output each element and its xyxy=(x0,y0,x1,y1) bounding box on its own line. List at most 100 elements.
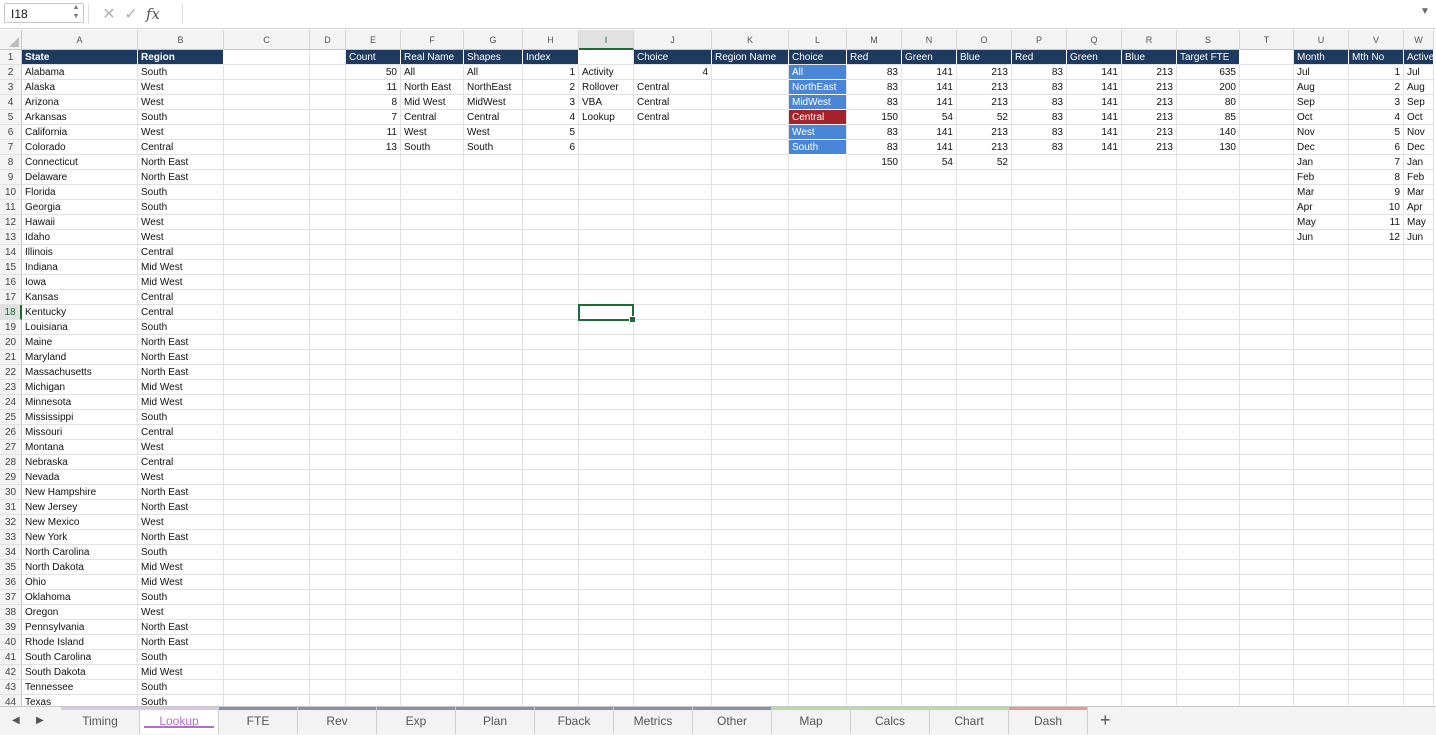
grid-cell[interactable] xyxy=(224,500,310,515)
grid-cell[interactable] xyxy=(1122,305,1177,320)
grid-cell[interactable] xyxy=(1240,485,1294,500)
grid-cell[interactable] xyxy=(523,500,579,515)
column-header-c[interactable]: C xyxy=(224,30,310,50)
row-header[interactable]: 18 xyxy=(0,305,22,320)
grid-cell[interactable] xyxy=(634,605,712,620)
grid-cell[interactable] xyxy=(346,695,401,706)
state-cell[interactable]: Florida xyxy=(22,185,138,200)
grid-cell[interactable] xyxy=(789,170,847,185)
grid-cell[interactable] xyxy=(957,350,1012,365)
sheet-tab-dash[interactable]: Dash xyxy=(1009,707,1088,734)
grid-cell[interactable] xyxy=(346,605,401,620)
grid-cell[interactable] xyxy=(579,350,634,365)
grid-cell[interactable] xyxy=(464,320,523,335)
color-value-cell[interactable]: 213 xyxy=(957,80,1012,95)
grid-cell[interactable] xyxy=(957,635,1012,650)
column-header-w[interactable]: W xyxy=(1404,30,1434,50)
grid-cell[interactable] xyxy=(1122,350,1177,365)
activity-choice-cell[interactable]: Central xyxy=(634,110,712,125)
grid-cell[interactable] xyxy=(789,245,847,260)
grid-cell[interactable] xyxy=(1294,440,1349,455)
grid-cell[interactable] xyxy=(401,350,464,365)
grid-cell[interactable] xyxy=(224,155,310,170)
column-header-p[interactable]: P xyxy=(1012,30,1067,50)
grid-cell[interactable] xyxy=(1067,635,1122,650)
region-cell[interactable]: West xyxy=(138,95,224,110)
grid-cell[interactable] xyxy=(579,50,634,65)
grid-cell[interactable] xyxy=(1294,695,1349,706)
grid-cell[interactable] xyxy=(957,500,1012,515)
grid-cell[interactable] xyxy=(957,455,1012,470)
grid-cell[interactable] xyxy=(902,380,957,395)
grid-cell[interactable] xyxy=(902,260,957,275)
grid-cell[interactable] xyxy=(523,365,579,380)
grid-cell[interactable] xyxy=(1122,485,1177,500)
grid-cell[interactable] xyxy=(401,560,464,575)
grid-cell[interactable] xyxy=(1240,620,1294,635)
grid-cell[interactable] xyxy=(1404,245,1434,260)
grid-cell[interactable] xyxy=(1012,380,1067,395)
grid-cell[interactable] xyxy=(1240,260,1294,275)
row-header[interactable]: 39 xyxy=(0,620,22,635)
shapes-cell[interactable]: MidWest xyxy=(464,95,523,110)
grid-cell[interactable] xyxy=(579,260,634,275)
row-header[interactable]: 22 xyxy=(0,365,22,380)
grid-cell[interactable] xyxy=(579,230,634,245)
state-cell[interactable]: New Jersey xyxy=(22,500,138,515)
column-header-f[interactable]: F xyxy=(401,30,464,50)
grid-cell[interactable] xyxy=(1122,170,1177,185)
sheet-tab-plan[interactable]: Plan xyxy=(456,707,535,734)
grid-cell[interactable] xyxy=(1349,290,1404,305)
color-value-cell[interactable]: 83 xyxy=(1012,95,1067,110)
grid-cell[interactable] xyxy=(579,665,634,680)
grid-cell[interactable] xyxy=(224,545,310,560)
row-header[interactable]: 5 xyxy=(0,110,22,125)
grid-cell[interactable] xyxy=(1294,680,1349,695)
grid-cell[interactable] xyxy=(1404,470,1434,485)
grid-cell[interactable] xyxy=(346,575,401,590)
color-table-header[interactable]: Choice xyxy=(789,50,847,65)
state-cell[interactable]: Rhode Island xyxy=(22,635,138,650)
row-header[interactable]: 30 xyxy=(0,485,22,500)
grid-cell[interactable] xyxy=(310,515,346,530)
grid-cell[interactable] xyxy=(1012,590,1067,605)
grid-cell[interactable] xyxy=(902,395,957,410)
grid-cell[interactable] xyxy=(789,425,847,440)
grid-cell[interactable] xyxy=(1404,275,1434,290)
enter-icon[interactable]: ✓ xyxy=(120,4,142,24)
grid-cell[interactable] xyxy=(634,410,712,425)
grid-cell[interactable] xyxy=(346,650,401,665)
grid-cell[interactable] xyxy=(1012,365,1067,380)
grid-cell[interactable] xyxy=(847,620,902,635)
grid-cell[interactable] xyxy=(789,185,847,200)
grid-cell[interactable] xyxy=(1177,365,1240,380)
grid-cell[interactable] xyxy=(579,245,634,260)
grid-cell[interactable] xyxy=(523,410,579,425)
grid-cell[interactable] xyxy=(902,320,957,335)
grid-cell[interactable] xyxy=(346,365,401,380)
grid-cell[interactable] xyxy=(847,545,902,560)
grid-cell[interactable] xyxy=(1122,245,1177,260)
region-cell[interactable]: South xyxy=(138,320,224,335)
grid-cell[interactable] xyxy=(464,470,523,485)
grid-cell[interactable] xyxy=(1404,485,1434,500)
color-value-cell[interactable]: 83 xyxy=(1012,140,1067,155)
choice-swatch[interactable]: MidWest xyxy=(789,95,847,110)
grid-cell[interactable] xyxy=(789,665,847,680)
grid-cell[interactable] xyxy=(1294,425,1349,440)
state-cell[interactable]: Maine xyxy=(22,335,138,350)
grid-cell[interactable] xyxy=(346,275,401,290)
grid-cell[interactable] xyxy=(401,485,464,500)
grid-cell[interactable] xyxy=(464,170,523,185)
state-cell[interactable]: Indiana xyxy=(22,260,138,275)
grid-cell[interactable] xyxy=(1122,215,1177,230)
grid-cell[interactable] xyxy=(346,230,401,245)
grid-cell[interactable] xyxy=(464,425,523,440)
grid-cell[interactable] xyxy=(634,500,712,515)
grid-cell[interactable] xyxy=(346,395,401,410)
region-cell[interactable]: Central xyxy=(138,245,224,260)
grid-cell[interactable] xyxy=(1122,530,1177,545)
row-header[interactable]: 35 xyxy=(0,560,22,575)
grid-cell[interactable] xyxy=(847,440,902,455)
grid-cell[interactable] xyxy=(401,200,464,215)
